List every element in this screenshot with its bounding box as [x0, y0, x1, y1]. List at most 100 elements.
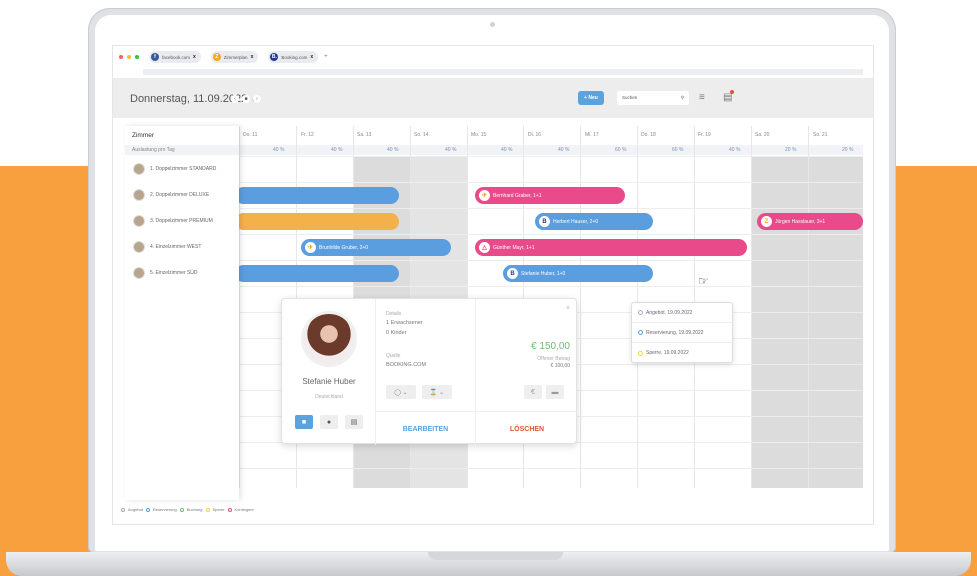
day-header: So. 21 — [813, 132, 828, 138]
room-thumbnail — [133, 189, 145, 201]
booking-bar-herbert-hauser[interactable]: B Herbert Hauser, 2+0 — [535, 213, 653, 230]
room-thumbnail — [133, 241, 145, 253]
hand-cursor-icon: ☞ — [698, 274, 709, 288]
booking-label: Brunhilde Gruber, 2+0 — [319, 244, 369, 251]
today-button[interactable]: ■ — [242, 95, 250, 103]
delete-button[interactable]: LÖSCHEN — [476, 412, 578, 446]
booking-bar-brunhilde-gruber[interactable]: ✈ Brunhilde Gruber, 2+0 — [301, 239, 451, 256]
open-amount-label: Offener Betrag — [537, 356, 570, 362]
day-header: Fr. 12 — [301, 132, 314, 138]
tab-close-icon[interactable]: x — [251, 54, 254, 60]
legend-dot — [179, 507, 184, 512]
booking-bar[interactable] — [235, 213, 399, 230]
menu-item-sperre[interactable]: Sperre, 19.09.2022 — [632, 343, 734, 363]
room-thumbnail — [133, 215, 145, 227]
legend-dot — [205, 507, 210, 512]
search-input[interactable]: Suchen ⚲ — [617, 91, 689, 105]
window-minimize-dot[interactable] — [127, 55, 131, 59]
occupancy-pct: 60 % — [672, 147, 684, 153]
browser-tab-booking[interactable]: B. Booking.com x — [268, 51, 319, 63]
booking-bar[interactable] — [235, 187, 399, 204]
sliders-icon[interactable]: ≡ — [699, 92, 705, 103]
booking-icon: B — [507, 268, 518, 279]
menu-item-angebot[interactable]: Angebot, 19.09.2022 — [632, 303, 734, 323]
room-row[interactable]: 5. Einzelzimmer SÜD — [125, 260, 239, 286]
open-amount: € 100,00 — [550, 363, 570, 369]
laptop-notch — [428, 552, 563, 560]
legend-label: Kontingent — [234, 507, 254, 512]
booking-bar-bernhard-graber[interactable]: ✈ Bernhard Graber, 1+1 — [475, 187, 625, 204]
rooms-panel: Zimmer Auslastung pro Tag 1. Doppelzimme… — [125, 126, 239, 500]
camera-dot — [490, 22, 495, 27]
booking-bar[interactable] — [235, 265, 399, 282]
window-maximize-dot[interactable] — [135, 55, 139, 59]
search-placeholder: Suchen — [622, 95, 638, 100]
room-row[interactable]: 2. Doppelzimmer DELUXE — [125, 182, 239, 208]
id-card-icon[interactable]: ▤ — [345, 415, 363, 429]
occupancy-pct: 40 % — [558, 147, 570, 153]
menu-item-reservierung[interactable]: Reservierung, 19.09.2022 — [632, 323, 734, 343]
popup-actions: BEARBEITEN LÖSCHEN — [376, 411, 578, 446]
adults-count: 1 Erwachsener — [386, 320, 423, 326]
new-booking-button[interactable]: + Neu — [578, 91, 604, 105]
tab-close-icon[interactable]: x — [310, 54, 313, 60]
prev-day-button[interactable]: ‹ — [231, 95, 239, 103]
lock-icon[interactable]: ■ — [295, 415, 313, 429]
card-icon[interactable]: ▬ — [546, 385, 564, 399]
screen: f facebook.com x Z Zimmerplan x B. Booki… — [112, 45, 874, 525]
occupancy-pct: 40 % — [387, 147, 399, 153]
menu-item-label: Sperre, 19.09.2022 — [646, 350, 689, 356]
booking-label: Günther Mayr, 1+1 — [493, 244, 535, 251]
euro-icon[interactable]: € — [524, 385, 542, 399]
current-date-picker[interactable]: Donnerstag, 11.09.2022 ⌄ — [130, 92, 260, 105]
status-circle-icon — [638, 310, 643, 315]
window-close-dot[interactable] — [119, 55, 123, 59]
day-header: Mi. 17 — [585, 132, 599, 138]
tab-label: facebook.com — [162, 54, 191, 60]
booking-bar-juergen-hasslauer[interactable]: Z Jürgen Hasslauer, 3+1 — [757, 213, 863, 230]
legend-dot — [121, 507, 125, 512]
payment-column: € 150,00 Offener Betrag € 100,00 € ▬ — [476, 299, 578, 411]
booking-bar-guenther-mayr[interactable]: △ Günther Mayr, 1+1 — [475, 239, 747, 256]
time-select[interactable]: ⌛ ⌄ — [422, 385, 452, 399]
source-value: BOOKING.COM — [386, 362, 427, 368]
laptop-base — [6, 552, 971, 576]
edit-button[interactable]: BEARBEITEN — [376, 412, 476, 446]
next-day-button[interactable]: › — [253, 95, 261, 103]
day-header: Sa. 13 — [357, 132, 372, 138]
tab-close-icon[interactable]: x — [193, 54, 196, 60]
app-header: Donnerstag, 11.09.2022 ⌄ ‹ ■ › + Neu Suc… — [113, 78, 873, 118]
legend-dot — [227, 507, 232, 512]
notes-icon[interactable]: ▤ — [723, 90, 734, 103]
status-select[interactable]: ◯ ⌄ — [386, 385, 416, 399]
booking-bar-stefanie-huber[interactable]: B Stefanie Huber, 1+0 — [503, 265, 653, 282]
room-row[interactable]: 3. Doppelzimmer PREMIUM — [125, 208, 239, 234]
address-bar[interactable] — [143, 69, 863, 75]
airbnb-icon: △ — [479, 242, 490, 253]
new-tab-button[interactable]: + — [324, 54, 328, 60]
room-row[interactable]: 4. Einzelzimmer WEST — [125, 234, 239, 260]
browser-tab-zimmerplan[interactable]: Z Zimmerplan x — [210, 51, 259, 63]
room-row[interactable]: 1. Doppelzimmer STANDARD — [125, 156, 239, 182]
browser-tabbar: f facebook.com x Z Zimmerplan x B. Booki… — [113, 46, 873, 68]
legend-label: Buchung — [186, 507, 203, 512]
browser-tab-facebook[interactable]: f facebook.com x — [149, 51, 201, 63]
legend: Angebot Reservierung Buchung Sperre Kont… — [121, 507, 254, 512]
booking-icon: B — [539, 216, 550, 227]
weekend-shade — [751, 156, 863, 488]
booking-label: Stefanie Huber, 1+0 — [521, 270, 566, 277]
tab-label: Zimmerplan — [223, 54, 248, 60]
occupancy-label: Auslastung pro Tag — [125, 145, 239, 155]
facebook-icon: f — [151, 53, 159, 61]
room-thumbnail — [133, 267, 145, 279]
status-circle-icon — [638, 350, 643, 356]
room-label: 5. Einzelzimmer SÜD — [150, 270, 198, 276]
occupancy-pct: 60 % — [615, 147, 627, 153]
person-icon[interactable]: ● — [320, 415, 338, 429]
booking-detail-popup: × Stefanie Huber Deutschland ■ ● ▤ Detai… — [281, 298, 578, 446]
details-label: Details — [386, 311, 402, 317]
room-label: 2. Doppelzimmer DELUXE — [150, 192, 210, 198]
zimmerplan-icon: Z — [212, 53, 221, 61]
legend-label: Reservierung — [152, 507, 177, 512]
guest-avatar — [301, 311, 357, 367]
